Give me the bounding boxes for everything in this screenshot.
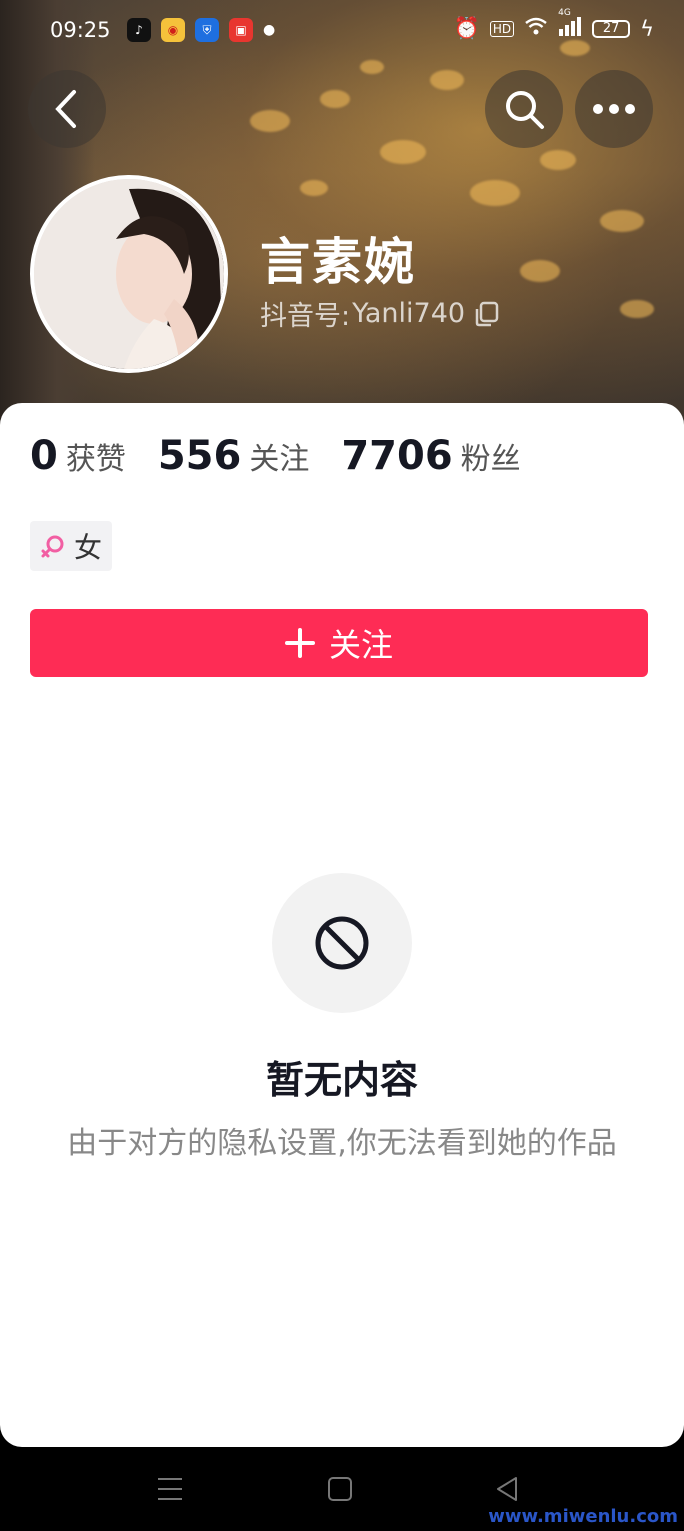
stat-likes-label: 获赞 — [65, 442, 126, 477]
more-dots-icon — [593, 104, 635, 114]
shield-app-icon: ⛨ — [195, 18, 219, 42]
profile-name: 言素婉 — [260, 233, 416, 291]
alarm-icon: ⏰ — [453, 16, 480, 40]
empty-state-icon-circle — [272, 873, 412, 1013]
tiktok-app-icon: ♪ — [127, 18, 151, 42]
status-app-icons: ♪ ◉ ⛨ ▣ ● — [127, 18, 275, 42]
stat-followers[interactable]: 7706 粉丝 — [341, 433, 520, 479]
system-navigation-bar: www.miwenlu.com — [0, 1447, 684, 1531]
profile-stats: 0 获赞 556 关注 7706 粉丝 — [30, 433, 521, 479]
more-notifications-dot-icon: ● — [263, 22, 276, 38]
stat-followers-value: 7706 — [341, 433, 453, 479]
status-indicators: ⏰ HD 4G 27 ϟ — [453, 8, 654, 41]
empty-state-title: 暂无内容 — [265, 1058, 418, 1102]
stat-following-label: 关注 — [249, 442, 310, 477]
back-triangle-icon — [497, 1477, 517, 1501]
charging-icon: ϟ — [640, 16, 654, 41]
douyin-id-label: 抖音号: — [260, 301, 351, 332]
shopping-app-icon: ▣ — [229, 18, 253, 42]
douyin-id[interactable]: 抖音号: Yanli740 — [260, 294, 499, 333]
stat-likes-value: 0 — [30, 433, 58, 479]
menu-icon — [158, 1478, 182, 1500]
wifi-icon — [524, 16, 548, 41]
stat-followers-label: 粉丝 — [460, 442, 521, 477]
watermark: www.miwenlu.com — [488, 1506, 678, 1527]
female-icon — [41, 535, 64, 558]
search-button[interactable] — [485, 70, 563, 148]
back-button[interactable] — [28, 70, 106, 148]
douyin-id-value: Yanli740 — [352, 298, 466, 329]
more-options-button[interactable] — [575, 70, 653, 148]
home-nav-button[interactable] — [327, 1475, 353, 1507]
stat-likes: 0 获赞 — [30, 433, 126, 479]
back-nav-button[interactable] — [494, 1475, 520, 1507]
block-icon — [315, 916, 369, 970]
profile-content-card: 0 获赞 556 关注 7706 粉丝 女 关注 暂无内容 由于对方的隐私设置,… — [0, 403, 684, 1447]
copy-icon[interactable] — [475, 301, 499, 327]
stat-following-value: 556 — [157, 433, 242, 479]
follow-button-label: 关注 — [328, 626, 393, 664]
plus-icon — [284, 628, 315, 658]
status-time: 09:25 — [50, 18, 111, 42]
follow-button[interactable]: 关注 — [30, 609, 648, 677]
status-bar: 09:25 ♪ ◉ ⛨ ▣ ● ⏰ HD 4G 27 ϟ — [0, 0, 684, 60]
avatar-portrait-image — [34, 179, 224, 369]
weibo-app-icon: ◉ — [161, 18, 185, 42]
profile-header-background: 09:25 ♪ ◉ ⛨ ▣ ● ⏰ HD 4G 27 ϟ 言素婉 抖音号: Ya… — [0, 0, 684, 430]
chevron-left-icon — [55, 90, 76, 128]
network-type-label: 4G — [558, 8, 571, 18]
home-square-icon — [328, 1477, 352, 1501]
stat-following[interactable]: 556 关注 — [158, 433, 310, 479]
avatar[interactable] — [30, 175, 228, 373]
battery-icon: 27 — [592, 19, 631, 38]
gender-tag: 女 — [30, 521, 112, 571]
battery-level: 27 — [602, 21, 620, 36]
gender-label: 女 — [73, 531, 102, 564]
hd-icon: HD — [489, 20, 515, 37]
empty-state-description: 由于对方的隐私设置,你无法看到她的作品 — [67, 1126, 617, 1161]
menu-nav-button[interactable] — [156, 1475, 184, 1507]
signal-icon: 4G — [558, 8, 582, 41]
search-icon — [506, 91, 544, 129]
